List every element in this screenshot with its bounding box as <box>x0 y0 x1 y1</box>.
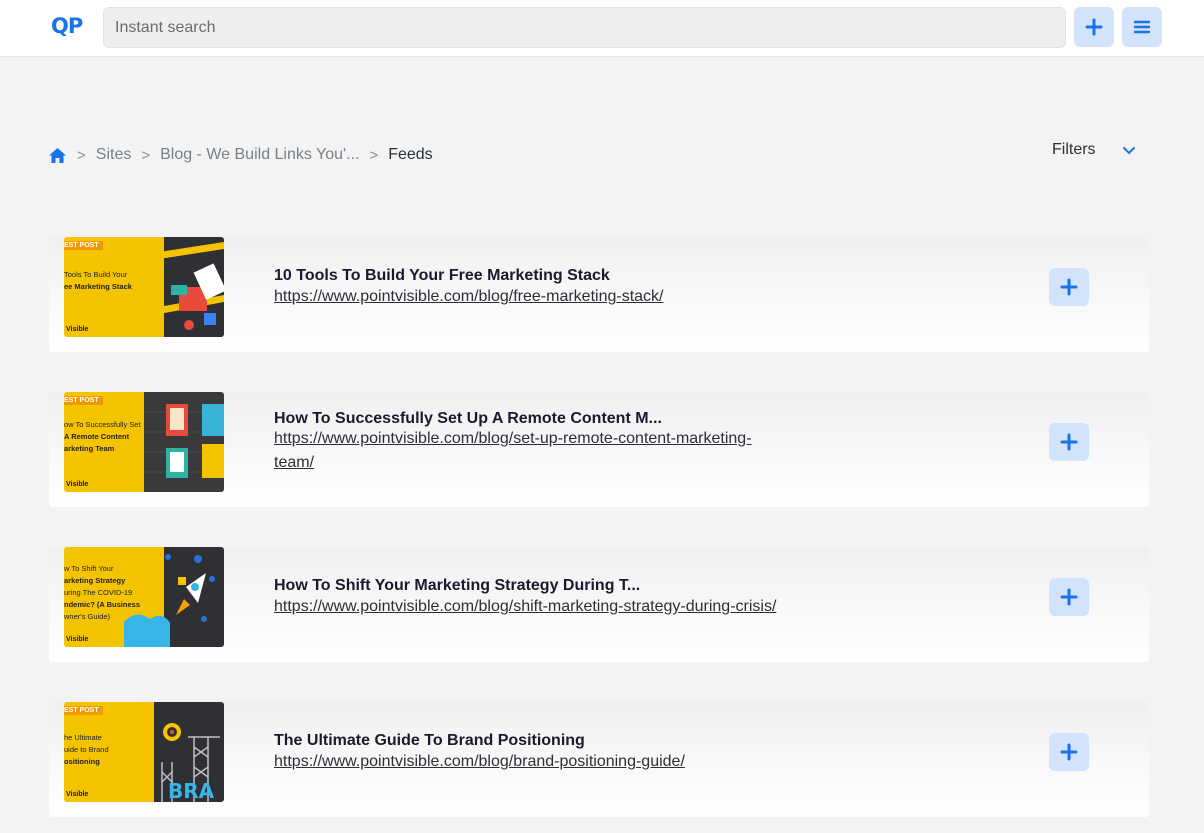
add-feed-button[interactable] <box>1049 733 1089 771</box>
feed-url[interactable]: https://www.pointvisible.com/blog/set-up… <box>274 427 752 475</box>
breadcrumb-item-sites[interactable]: Sites <box>96 146 132 164</box>
thumbnail-illustration <box>144 404 224 478</box>
feed-thumbnail[interactable]: EST POST Tools To Build Your ee Marketin… <box>64 237 224 337</box>
add-feed-button[interactable] <box>1049 578 1089 616</box>
breadcrumb: > Sites > Blog - We Build Links You'... … <box>48 144 433 166</box>
thumbnail-illustration: BRA <box>161 723 220 802</box>
thumbnail-text: A Remote Content <box>64 432 130 441</box>
thumbnail-text: ndemic? (A Business <box>64 600 140 609</box>
add-feed-button[interactable] <box>1049 268 1089 306</box>
breadcrumb-home[interactable] <box>48 147 67 164</box>
feed-title: How To Successfully Set Up A Remote Cont… <box>274 410 662 427</box>
thumbnail-illustration <box>159 242 224 330</box>
filters-label: Filters <box>1052 141 1096 158</box>
thumbnail-tag: EST POST <box>64 241 103 250</box>
breadcrumb-item-feeds: Feeds <box>388 146 433 163</box>
thumbnail-text: ositioning <box>64 757 100 766</box>
breadcrumb-separator: > <box>77 146 86 164</box>
breadcrumb-separator: > <box>141 146 151 164</box>
thumbnail-text: uide to Brand <box>64 745 109 754</box>
plus-icon <box>1060 433 1078 451</box>
app-logo[interactable]: QP <box>51 14 83 38</box>
thumbnail-illustration <box>124 554 215 647</box>
top-bar: QP <box>0 0 1204 57</box>
svg-text:BRA: BRA <box>168 779 215 802</box>
feed-url-line: team/ <box>274 454 315 471</box>
feed-card: w To Shift Your arketing Strategy uring … <box>49 547 1149 662</box>
thumbnail-text: w To Shift Your <box>64 564 114 573</box>
thumbnail-text: uring The COVID-19 <box>64 588 133 597</box>
plus-icon <box>1060 278 1078 296</box>
thumbnail-tag: EST POST <box>64 706 103 715</box>
search-input[interactable] <box>103 7 1066 48</box>
feed-title: 10 Tools To Build Your Free Marketing St… <box>274 267 610 284</box>
thumbnail-text: wner's Guide) <box>64 612 111 621</box>
feed-card: BRA EST POST he Ultimate uide to Brand o… <box>49 702 1149 817</box>
thumbnail-tag: EST POST <box>64 396 103 405</box>
feed-url[interactable]: https://www.pointvisible.com/blog/shift-… <box>274 595 776 619</box>
thumbnail-text: he Ultimate <box>64 733 102 742</box>
add-button[interactable] <box>1074 7 1114 47</box>
breadcrumb-item-blog[interactable]: Blog - We Build Links You'... <box>160 146 359 164</box>
thumbnail-text: ee Marketing Stack <box>64 282 132 291</box>
home-icon <box>49 147 66 163</box>
feed-title: How To Shift Your Marketing Strategy Dur… <box>274 577 641 594</box>
feed-url[interactable]: https://www.pointvisible.com/blog/brand-… <box>274 750 685 774</box>
feed-title: The Ultimate Guide To Brand Positioning <box>274 732 585 749</box>
add-feed-button[interactable] <box>1049 423 1089 461</box>
feed-url-line: https://www.pointvisible.com/blog/set-up… <box>274 430 752 447</box>
plus-icon <box>1060 588 1078 606</box>
thumbnail-brand: Visible <box>66 791 89 798</box>
breadcrumb-separator: > <box>369 146 379 164</box>
thumbnail-text: ow To Successfully Set <box>64 420 141 429</box>
filters-toggle[interactable]: Filters <box>1052 138 1136 162</box>
feed-url[interactable]: https://www.pointvisible.com/blog/free-m… <box>274 285 663 309</box>
plus-icon <box>1060 743 1078 761</box>
thumbnail-text: arketing Strategy <box>64 576 126 585</box>
feed-thumbnail[interactable]: BRA EST POST he Ultimate uide to Brand o… <box>64 702 224 802</box>
thumbnail-brand: Visible <box>66 481 89 488</box>
feed-card: EST POST Tools To Build Your ee Marketin… <box>49 237 1149 352</box>
thumbnail-brand: Visible <box>66 636 89 643</box>
feed-thumbnail[interactable]: EST POST ow To Successfully Set A Remote… <box>64 392 224 492</box>
feed-thumbnail[interactable]: w To Shift Your arketing Strategy uring … <box>64 547 224 647</box>
chevron-down-icon <box>1122 146 1135 154</box>
thumbnail-text: arketing Team <box>64 444 115 453</box>
thumbnail-text: Tools To Build Your <box>64 270 128 279</box>
thumbnail-brand: Visible <box>66 326 89 333</box>
hamburger-menu-icon <box>1134 20 1150 34</box>
menu-button[interactable] <box>1122 7 1162 47</box>
plus-icon <box>1085 18 1103 36</box>
feed-card: EST POST ow To Successfully Set A Remote… <box>49 392 1149 507</box>
